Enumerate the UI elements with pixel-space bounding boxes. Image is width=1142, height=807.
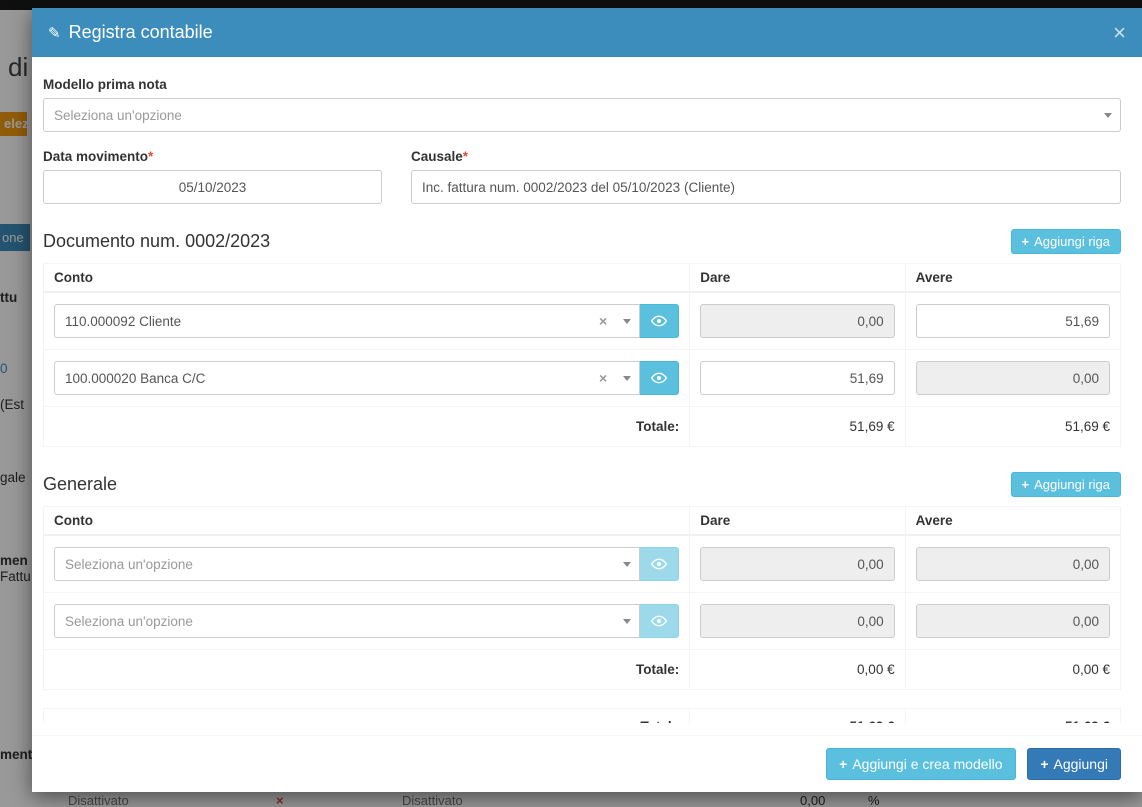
view-account-button[interactable]: [640, 361, 679, 395]
aggiungi-riga-generale-button[interactable]: + Aggiungi riga: [1011, 472, 1121, 497]
avere-input: [916, 547, 1110, 581]
dare-input: [700, 304, 894, 338]
modello-prima-nota-label: Modello prima nota: [43, 77, 1121, 92]
table-row: 100.000020 Banca C/C ×: [44, 350, 1121, 407]
plus-icon: +: [1022, 234, 1030, 249]
grand-total-label: Totale: [44, 709, 690, 724]
avere-input[interactable]: [916, 304, 1110, 338]
grand-total-avere: 51,69 €: [905, 709, 1120, 724]
clear-selection-icon[interactable]: ×: [599, 313, 607, 329]
grand-total-dare: 51,69 €: [690, 709, 905, 724]
generale-section-title: Generale: [43, 474, 117, 495]
column-header-dare: Dare: [690, 507, 905, 536]
view-account-button: [640, 604, 679, 638]
dare-input: [700, 547, 894, 581]
data-movimento-label: Data movimento*: [43, 149, 382, 164]
conto-select[interactable]: Seleziona un'opzione: [54, 604, 640, 638]
aggiungi-label: Aggiungi: [1054, 756, 1109, 772]
column-header-avere: Avere: [905, 507, 1120, 536]
dare-input[interactable]: [700, 361, 894, 395]
modal-footer: + Aggiungi e crea modello + Aggiungi: [32, 735, 1142, 792]
avere-input: [916, 361, 1110, 395]
close-icon[interactable]: ×: [1113, 22, 1126, 44]
select-placeholder: Seleziona un'opzione: [65, 614, 621, 629]
chevron-down-icon: [623, 376, 631, 381]
table-row: 110.000092 Cliente ×: [44, 292, 1121, 350]
aggiungi-button[interactable]: + Aggiungi: [1027, 748, 1121, 780]
modal-body: Modello prima nota Seleziona un'opzione …: [32, 57, 1142, 723]
aggiungi-riga-label: Aggiungi riga: [1034, 477, 1110, 492]
aggiungi-riga-label: Aggiungi riga: [1034, 234, 1110, 249]
conto-selected-value: 110.000092 Cliente: [65, 314, 599, 329]
clear-selection-icon[interactable]: ×: [599, 370, 607, 386]
total-label: Totale:: [44, 650, 690, 690]
pencil-icon: ✎: [48, 24, 61, 42]
total-dare: 51,69 €: [690, 407, 905, 447]
data-movimento-input[interactable]: [43, 170, 382, 204]
column-header-avere: Avere: [905, 264, 1120, 293]
causale-input[interactable]: [411, 170, 1121, 204]
eye-icon: [651, 313, 667, 329]
chevron-down-icon: [1104, 113, 1112, 118]
total-dare: 0,00 €: [690, 650, 905, 690]
table-row: Seleziona un'opzione: [44, 593, 1121, 650]
required-asterisk: *: [463, 149, 468, 164]
plus-icon: +: [1022, 477, 1030, 492]
select-placeholder: Seleziona un'opzione: [65, 557, 621, 572]
total-row: Totale: 0,00 € 0,00 €: [44, 650, 1121, 690]
modal-title-text: Registra contabile: [69, 22, 213, 43]
generale-table: Conto Dare Avere Seleziona un'opzione: [43, 506, 1121, 690]
total-avere: 51,69 €: [905, 407, 1120, 447]
conto-selected-value: 100.000020 Banca C/C: [65, 371, 599, 386]
table-row: Seleziona un'opzione: [44, 535, 1121, 593]
aggiungi-riga-documento-button[interactable]: + Aggiungi riga: [1011, 229, 1121, 254]
column-header-conto: Conto: [44, 507, 690, 536]
total-label: Totale:: [44, 407, 690, 447]
total-avere: 0,00 €: [905, 650, 1120, 690]
avere-input: [916, 604, 1110, 638]
aggiungi-crea-modello-button[interactable]: + Aggiungi e crea modello: [826, 748, 1015, 780]
view-account-button: [640, 547, 679, 581]
conto-select[interactable]: 100.000020 Banca C/C ×: [54, 361, 640, 395]
conto-select[interactable]: 110.000092 Cliente ×: [54, 304, 640, 338]
grand-total-row: Totale 51,69 € 51,69 €: [44, 709, 1121, 724]
column-header-conto: Conto: [44, 264, 690, 293]
required-asterisk: *: [148, 149, 153, 164]
total-row: Totale: 51,69 € 51,69 €: [44, 407, 1121, 447]
causale-label: Causale*: [411, 149, 1121, 164]
data-movimento-label-text: Data movimento: [43, 149, 148, 164]
dare-input: [700, 604, 894, 638]
modal-header: ✎ Registra contabile ×: [32, 8, 1142, 57]
grand-total-table: Totale 51,69 € 51,69 €: [43, 708, 1121, 723]
eye-icon: [651, 556, 667, 572]
table-header-row: Conto Dare Avere: [44, 264, 1121, 293]
plus-icon: +: [839, 756, 847, 772]
aggiungi-crea-modello-label: Aggiungi e crea modello: [852, 756, 1002, 772]
causale-label-text: Causale: [411, 149, 463, 164]
view-account-button[interactable]: [640, 304, 679, 338]
chevron-down-icon: [623, 562, 631, 567]
conto-select[interactable]: Seleziona un'opzione: [54, 547, 640, 581]
eye-icon: [651, 370, 667, 386]
table-header-row: Conto Dare Avere: [44, 507, 1121, 536]
plus-icon: +: [1040, 756, 1048, 772]
documento-section-title: Documento num. 0002/2023: [43, 231, 270, 252]
chevron-down-icon: [623, 319, 631, 324]
chevron-down-icon: [623, 619, 631, 624]
select-placeholder: Seleziona un'opzione: [54, 108, 1102, 123]
documento-table: Conto Dare Avere 110.000092 Cliente ×: [43, 263, 1121, 447]
registra-contabile-modal: ✎ Registra contabile × Modello prima not…: [32, 8, 1142, 792]
modal-title: ✎ Registra contabile: [48, 22, 213, 43]
eye-icon: [651, 613, 667, 629]
column-header-dare: Dare: [690, 264, 905, 293]
modello-prima-nota-select[interactable]: Seleziona un'opzione: [43, 98, 1121, 132]
